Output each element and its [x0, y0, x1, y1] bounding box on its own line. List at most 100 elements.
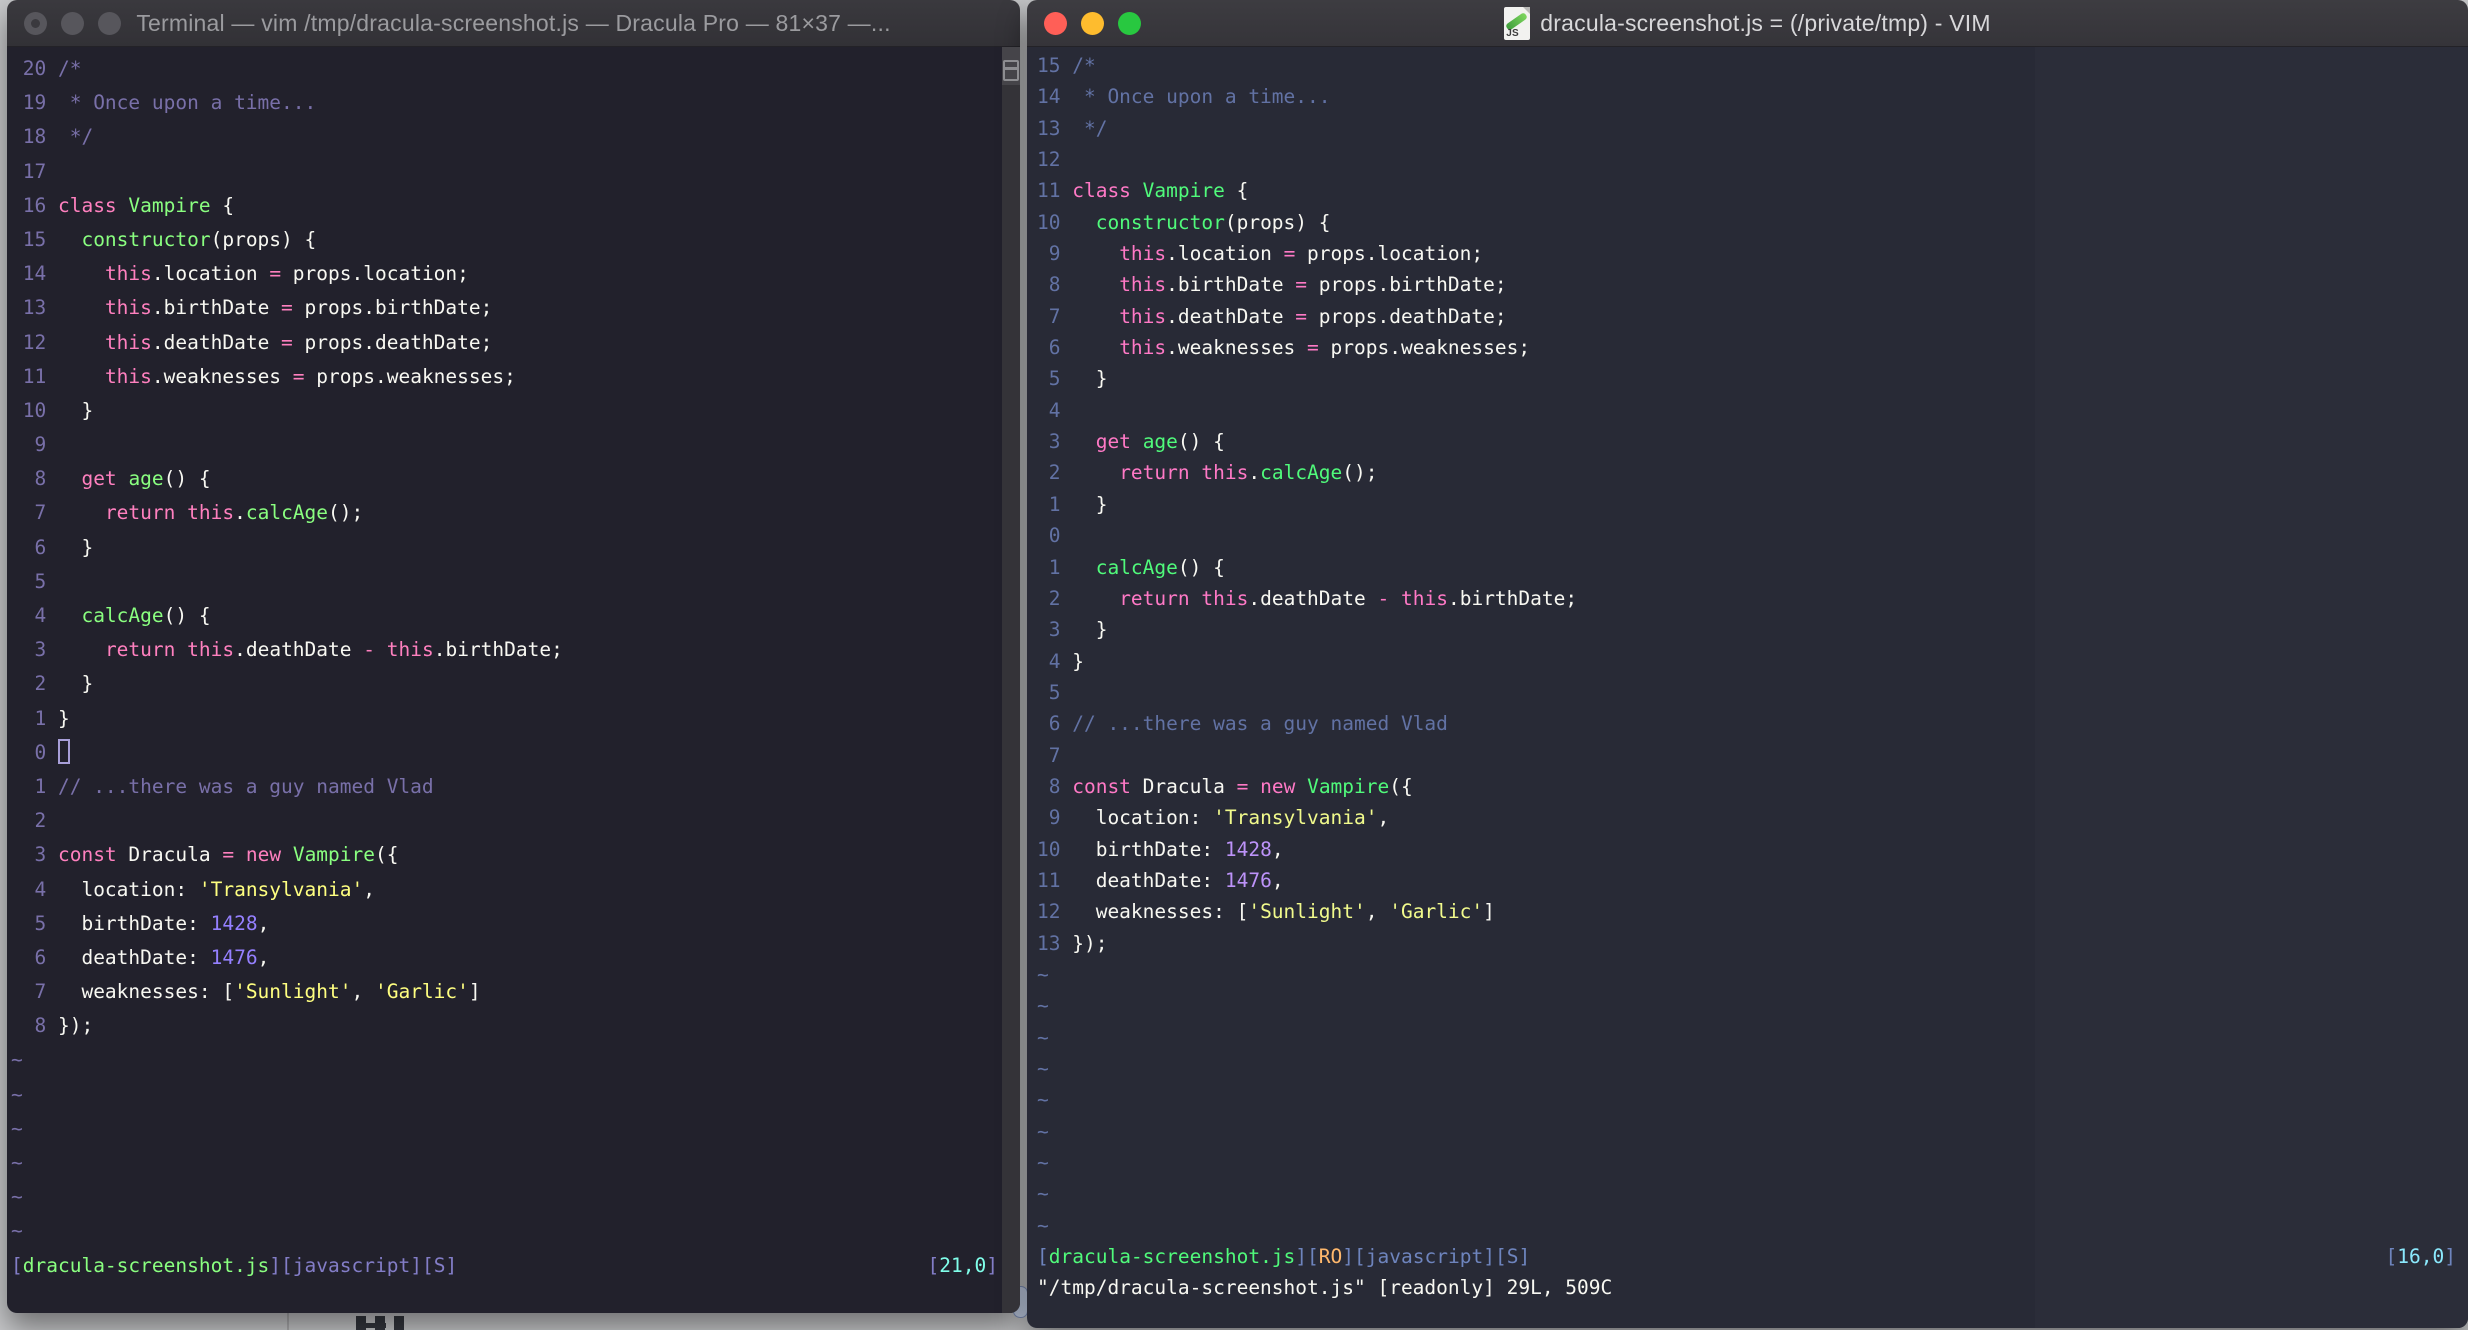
line-number: 14 — [22, 262, 47, 286]
code-line: 12 this.deathDate = props.deathDate; — [11, 326, 1020, 360]
status-bracket: ] — [1518, 1245, 1531, 1269]
code-segment: , — [257, 945, 270, 969]
code-line: 10 birthDate: 1428, — [1037, 834, 2468, 865]
line-number: 6 — [1048, 712, 1061, 736]
traffic-lights — [1027, 0, 1141, 47]
code-line: 4 calcAge() { — [11, 599, 1020, 633]
code-segment: new — [245, 843, 282, 867]
tilde-line: ~ — [1037, 1210, 2468, 1241]
code-segment: } — [1072, 492, 1108, 516]
line-number: 3 — [1048, 618, 1061, 642]
status-bracket: ] — [410, 1253, 422, 1277]
line-number: 4 — [1048, 649, 1061, 673]
code-line: 6 this.weaknesses = props.weaknesses; — [1037, 332, 2468, 363]
macvim-titlebar[interactable]: JS dracula-screenshot.js = (/private/tmp… — [1027, 0, 2468, 47]
code-segment: } — [57, 706, 70, 730]
status-flag: javascript — [1365, 1245, 1484, 1269]
line-number: 8 — [1048, 774, 1061, 798]
close-button[interactable] — [24, 12, 47, 35]
code-segment: = — [1307, 336, 1319, 360]
code-segment: } — [57, 398, 94, 422]
line-number: 6 — [1048, 336, 1061, 360]
code-segment: 'Garlic' — [1389, 900, 1484, 924]
code-segment: .birthDate — [151, 296, 282, 320]
code-segment: = — [281, 296, 293, 320]
tilde: ~ — [1037, 1182, 1049, 1206]
tilde: ~ — [1037, 962, 1049, 986]
zoom-button[interactable] — [98, 12, 121, 35]
code-segment: , — [1377, 806, 1390, 830]
cursor-position: 16,0 — [2397, 1245, 2445, 1269]
code-line: 5 birthDate: 1428, — [11, 907, 1020, 941]
code-line: 11 this.weaknesses = props.weaknesses; — [11, 360, 1020, 394]
vim-editor-right[interactable]: 15 /* 14 * Once upon a time... 13 */12 11 … — [1027, 47, 2468, 1328]
vim-editor-left[interactable]: 20 /* 19 * Once upon a time... 18 */17 16 … — [7, 47, 1020, 1313]
code-line: 6 deathDate: 1476, — [11, 941, 1020, 975]
status-bracket: [ — [1037, 1245, 1049, 1269]
code-line: 4 — [1037, 395, 2468, 426]
code-segment: (); — [328, 501, 364, 525]
tilde-line: ~ — [1037, 1178, 2468, 1209]
code-segment: .birthDate; — [433, 638, 563, 662]
minimize-button[interactable] — [61, 12, 84, 35]
code-line: 3 return this.deathDate - this.birthDate… — [11, 633, 1020, 667]
code-segment: .location — [151, 262, 270, 286]
tilde: ~ — [11, 1219, 23, 1243]
code-segment: } — [1072, 649, 1084, 673]
code-segment: // ...there was a guy named Vlad — [1072, 712, 1448, 736]
code-segment: Vampire — [128, 193, 211, 217]
tilde-line: ~ — [11, 1112, 1020, 1146]
code-segment: ] — [1483, 900, 1495, 924]
line-number: 4 — [34, 877, 47, 901]
code-line: 8 get age() { — [11, 462, 1020, 496]
code-line: 19 * Once upon a time... — [11, 86, 1020, 120]
code-segment: this — [1119, 336, 1167, 360]
code-segment: 1476 — [210, 945, 258, 969]
code-segment: this — [1201, 586, 1249, 610]
tilde: ~ — [11, 1151, 23, 1174]
line-number: 12 — [1037, 900, 1061, 924]
status-flag: S — [433, 1253, 446, 1277]
code-segment: const — [1072, 774, 1131, 798]
close-button[interactable] — [1044, 12, 1067, 35]
code-segment: calcAge — [1095, 555, 1178, 579]
line-number: 18 — [22, 125, 47, 149]
status-bracket: ] — [986, 1253, 998, 1277]
code-segment: this — [104, 364, 152, 388]
code-segment: = — [281, 330, 293, 354]
line-number: 1 — [34, 706, 47, 730]
terminal-scrollbar[interactable] — [1002, 47, 1020, 1313]
terminal-titlebar[interactable]: Terminal — vim /tmp/dracula-screenshot.j… — [7, 0, 1020, 47]
code-segment: this — [187, 638, 235, 662]
window-title: Terminal — vim /tmp/dracula-screenshot.j… — [136, 9, 891, 36]
status-bracket: [ — [2385, 1245, 2398, 1269]
status-bracket: [ — [1354, 1245, 1366, 1269]
status-flag: S — [1506, 1245, 1519, 1269]
minimize-button[interactable] — [1081, 12, 1104, 35]
code-segment: weaknesses: [ — [1072, 900, 1249, 924]
js-file-icon-label: JS — [1506, 27, 1519, 39]
code-segment: * Once upon a time... — [57, 91, 317, 115]
status-ruler: [16,0] — [2386, 1241, 2468, 1272]
split-pane-button[interactable] — [1002, 47, 1020, 85]
tilde: ~ — [11, 1185, 23, 1209]
code-segment: this — [187, 501, 235, 525]
code-segment: ({ — [375, 843, 399, 867]
line-number: 5 — [1048, 367, 1061, 391]
code-line: 7 weaknesses: ['Sunlight', 'Garlic'] — [11, 975, 1020, 1009]
zoom-button[interactable] — [1118, 12, 1141, 35]
code-segment: }); — [1072, 931, 1108, 955]
code-line: 3 } — [1037, 614, 2468, 645]
status-bracket: [ — [281, 1253, 293, 1277]
code-segment: .deathDate — [151, 330, 282, 354]
